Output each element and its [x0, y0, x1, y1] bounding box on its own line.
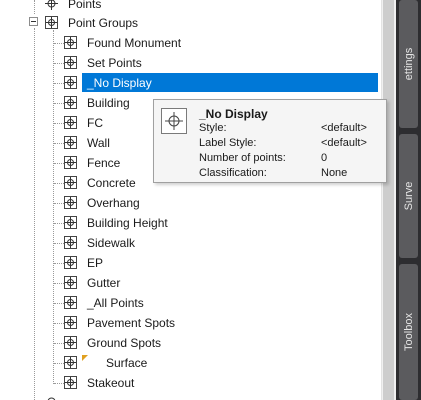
point-group-icon	[64, 256, 77, 269]
tree-line	[54, 303, 64, 304]
warning-flag-icon	[82, 355, 88, 361]
tree-node-label: Stakeout	[87, 376, 135, 390]
point-group-icon	[64, 96, 77, 109]
point-group-icon	[64, 296, 77, 309]
tree-node-point-group[interactable]: Set Points	[0, 53, 378, 73]
label-style-label: Label Style:	[199, 137, 257, 149]
tree-node-point-group[interactable]: Surface	[0, 353, 378, 373]
tree-line	[54, 63, 64, 64]
prospector-tree: Points Point Groups Found Monument Set Po…	[0, 0, 381, 400]
tree-node-label: _No Display	[87, 76, 152, 90]
style-value: <default>	[321, 122, 367, 134]
tree-line	[54, 143, 64, 144]
tree-line	[54, 283, 64, 284]
point-groups-icon	[45, 16, 58, 29]
tree-line	[54, 343, 64, 344]
num-points-label: Number of points:	[199, 152, 286, 164]
point-group-icon	[64, 116, 77, 129]
tree-node-point-group[interactable]: Sidewalk	[0, 233, 378, 253]
tree-node-label: Points	[68, 0, 102, 11]
style-label: Style:	[199, 122, 227, 134]
tab-settings[interactable]: ettings	[399, 0, 418, 128]
num-points-value: 0	[321, 152, 328, 164]
tree-node-point-group[interactable]: Stakeout	[0, 373, 378, 393]
tree-node-partial[interactable]	[0, 392, 200, 400]
tab-toolbox-label: Toolbox	[402, 313, 415, 351]
point-group-icon	[161, 108, 187, 134]
tab-survey-label: Surve	[402, 181, 415, 211]
point-group-icon	[64, 276, 77, 289]
tree-node-label: Pavement Spots	[87, 316, 176, 330]
scrollbar-thumb[interactable]	[383, 0, 394, 400]
tree-line	[54, 83, 64, 84]
tree-node-point-group[interactable]: Building Height	[0, 213, 378, 233]
tree-node-point-group[interactable]: Found Monument	[0, 33, 378, 53]
point-group-icon	[64, 316, 77, 329]
tree-node-label: Set Points	[87, 56, 142, 70]
tree-line	[54, 123, 64, 124]
tree-node-point-group[interactable]: EP	[0, 253, 378, 273]
tree-line	[54, 243, 64, 244]
tree-line	[54, 263, 64, 264]
tree-node-label: Wall	[87, 136, 110, 150]
tree-node-label: Found Monument	[87, 36, 182, 50]
point-group-icon	[64, 56, 77, 69]
point-group-icon	[64, 376, 77, 389]
point-group-icon	[64, 196, 77, 209]
tooltip: _No Display Style: <default> Label Style…	[153, 99, 387, 183]
tab-toolbox[interactable]: Toolbox	[399, 264, 418, 400]
tree-node-label: Point Groups	[68, 16, 139, 30]
tree-line	[54, 323, 64, 324]
tree-line	[54, 383, 64, 384]
tooltip-title: _No Display	[199, 107, 268, 121]
point-group-icon	[64, 236, 77, 249]
tree-node-point-group[interactable]: _No Display	[0, 73, 378, 93]
tree-node-point-groups[interactable]: Point Groups	[0, 13, 200, 33]
tree-node-label: Surface	[106, 356, 148, 370]
tree-node-label: Sidewalk	[87, 236, 136, 250]
point-icon	[45, 0, 58, 10]
tree-node-label: Gutter	[87, 276, 121, 290]
tree-line	[54, 203, 64, 204]
point-icon	[45, 395, 58, 400]
tree-line	[54, 163, 64, 164]
label-style-value: <default>	[321, 137, 367, 149]
tree-node-point-group[interactable]: Overhang	[0, 193, 378, 213]
tree-line	[54, 103, 64, 104]
tree-node-label: _All Points	[87, 296, 144, 310]
point-group-icon	[64, 76, 77, 89]
tree-line	[54, 183, 64, 184]
tree-node-point-group[interactable]: _All Points	[0, 293, 378, 313]
point-group-icon	[64, 36, 77, 49]
tree-node-label: Concrete	[87, 176, 136, 190]
tree-node-label: Ground Spots	[87, 336, 162, 350]
tree-node-points[interactable]: Points	[0, 0, 200, 14]
tab-survey[interactable]: Surve	[399, 134, 418, 258]
tree-node-label: Building Height	[87, 216, 168, 230]
point-group-icon	[64, 336, 77, 349]
tree-node-label: Overhang	[87, 196, 140, 210]
tree-node-label: EP	[87, 256, 104, 270]
tree-node-label: FC	[87, 116, 103, 130]
point-group-icon	[64, 136, 77, 149]
tab-settings-label: ettings	[402, 47, 415, 81]
tree-line	[54, 363, 64, 364]
tree-line	[54, 223, 64, 224]
tree-line	[54, 43, 64, 44]
tree-node-point-group[interactable]: Gutter	[0, 273, 378, 293]
point-group-icon	[64, 176, 77, 189]
point-group-icon	[64, 356, 77, 369]
tree-node-label: Fence	[87, 156, 121, 170]
tree-node-point-group[interactable]: Ground Spots	[0, 333, 378, 353]
tree-node-point-group[interactable]: Pavement Spots	[0, 313, 378, 333]
point-group-icon	[64, 156, 77, 169]
tree-node-label: Building	[87, 96, 130, 110]
classification-label: Classification:	[199, 167, 267, 179]
point-group-icon	[64, 216, 77, 229]
classification-value: None	[321, 167, 348, 179]
